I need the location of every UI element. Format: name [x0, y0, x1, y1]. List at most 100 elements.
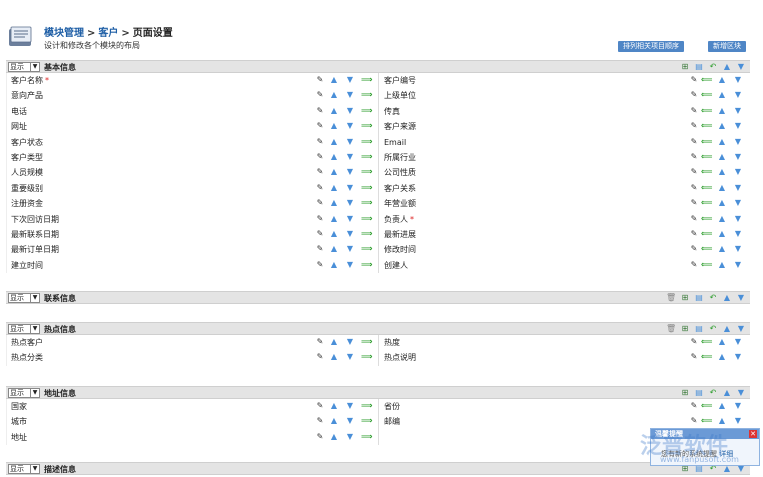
arrow-up-icon[interactable]: ▲ [717, 152, 727, 162]
arrow-up-icon[interactable]: ▲ [717, 183, 727, 193]
chevron-down-icon[interactable]: ▼ [30, 465, 39, 473]
arrow-down-icon[interactable]: ▼ [345, 137, 355, 147]
arrow-up-icon[interactable]: ▲ [329, 183, 339, 193]
undo-icon[interactable]: ↶ [708, 293, 718, 303]
add-field-icon[interactable]: ⊞ [680, 293, 690, 303]
arrow-down-icon[interactable]: ▼ [733, 260, 743, 270]
arrow-down-icon[interactable]: ▼ [345, 183, 355, 193]
arrow-up-icon[interactable]: ▲ [717, 401, 727, 411]
arrow-up-icon[interactable]: ▲ [329, 90, 339, 100]
arrow-down-icon[interactable]: ▼ [733, 90, 743, 100]
visibility-select[interactable]: 显示 ▼ [8, 388, 40, 398]
arrow-up-icon[interactable]: ▲ [717, 137, 727, 147]
arrow-up-icon[interactable]: ▲ [717, 167, 727, 177]
arrow-right-icon[interactable]: ⟹ [361, 90, 372, 100]
edit-icon[interactable]: ✎ [315, 75, 325, 85]
edit-icon[interactable]: ✎ [689, 121, 699, 131]
undo-icon[interactable]: ↶ [708, 62, 718, 72]
arrow-right-icon[interactable]: ⟹ [361, 260, 372, 270]
edit-icon[interactable]: ✎ [315, 167, 325, 177]
arrow-up-icon[interactable]: ▲ [722, 62, 732, 72]
arrow-left-icon[interactable]: ⟸ [701, 260, 712, 270]
edit-icon[interactable]: ✎ [315, 260, 325, 270]
arrow-down-icon[interactable]: ▼ [736, 62, 746, 72]
edit-icon[interactable]: ✎ [315, 121, 325, 131]
block-settings-icon[interactable]: ▤ [694, 62, 704, 72]
edit-icon[interactable]: ✎ [315, 198, 325, 208]
arrow-down-icon[interactable]: ▼ [345, 352, 355, 362]
arrow-up-icon[interactable]: ▲ [717, 106, 727, 116]
arrow-down-icon[interactable]: ▼ [733, 198, 743, 208]
edit-icon[interactable]: ✎ [689, 183, 699, 193]
edit-icon[interactable]: ✎ [689, 137, 699, 147]
arrow-right-icon[interactable]: ⟹ [361, 244, 372, 254]
arrow-right-icon[interactable]: ⟹ [361, 401, 372, 411]
arrow-right-icon[interactable]: ⟹ [361, 183, 372, 193]
add-field-icon[interactable]: ⊞ [680, 324, 690, 334]
arrow-up-icon[interactable]: ▲ [717, 90, 727, 100]
edit-icon[interactable]: ✎ [315, 401, 325, 411]
arrow-up-icon[interactable]: ▲ [329, 167, 339, 177]
arrow-down-icon[interactable]: ▼ [733, 229, 743, 239]
arrow-up-icon[interactable]: ▲ [329, 106, 339, 116]
arrow-up-icon[interactable]: ▲ [329, 152, 339, 162]
arrow-right-icon[interactable]: ⟹ [361, 229, 372, 239]
arrow-down-icon[interactable]: ▼ [733, 416, 743, 426]
arrow-down-icon[interactable]: ▼ [345, 416, 355, 426]
edit-icon[interactable]: ✎ [315, 214, 325, 224]
block-settings-icon[interactable]: ▤ [694, 293, 704, 303]
edit-icon[interactable]: ✎ [315, 337, 325, 347]
arrow-up-icon[interactable]: ▲ [329, 260, 339, 270]
arrow-down-icon[interactable]: ▼ [345, 337, 355, 347]
arrow-up-icon[interactable]: ▲ [717, 244, 727, 254]
edit-icon[interactable]: ✎ [689, 152, 699, 162]
arrow-left-icon[interactable]: ⟸ [701, 401, 712, 411]
arrow-left-icon[interactable]: ⟸ [701, 416, 712, 426]
arrow-up-icon[interactable]: ▲ [717, 337, 727, 347]
arrow-left-icon[interactable]: ⟸ [701, 90, 712, 100]
arrow-down-icon[interactable]: ▼ [736, 388, 746, 398]
trash-icon[interactable]: 🗑 [666, 324, 676, 334]
arrow-down-icon[interactable]: ▼ [733, 183, 743, 193]
visibility-select[interactable]: 显示 ▼ [8, 293, 40, 303]
reorder-related-button[interactable]: 排列相关项目顺序 [618, 41, 684, 52]
arrow-up-icon[interactable]: ▲ [329, 416, 339, 426]
arrow-left-icon[interactable]: ⟸ [701, 214, 712, 224]
edit-icon[interactable]: ✎ [315, 152, 325, 162]
edit-icon[interactable]: ✎ [689, 167, 699, 177]
arrow-down-icon[interactable]: ▼ [345, 432, 355, 442]
undo-icon[interactable]: ↶ [708, 324, 718, 334]
arrow-down-icon[interactable]: ▼ [733, 137, 743, 147]
chevron-down-icon[interactable]: ▼ [30, 325, 39, 333]
arrow-down-icon[interactable]: ▼ [345, 244, 355, 254]
arrow-left-icon[interactable]: ⟸ [701, 152, 712, 162]
chevron-down-icon[interactable]: ▼ [30, 63, 39, 71]
trash-icon[interactable]: 🗑 [666, 293, 676, 303]
arrow-left-icon[interactable]: ⟸ [701, 244, 712, 254]
arrow-right-icon[interactable]: ⟹ [361, 214, 372, 224]
arrow-down-icon[interactable]: ▼ [733, 106, 743, 116]
arrow-down-icon[interactable]: ▼ [345, 401, 355, 411]
arrow-up-icon[interactable]: ▲ [329, 137, 339, 147]
arrow-down-icon[interactable]: ▼ [345, 198, 355, 208]
arrow-right-icon[interactable]: ⟹ [361, 106, 372, 116]
arrow-left-icon[interactable]: ⟸ [701, 106, 712, 116]
edit-icon[interactable]: ✎ [315, 244, 325, 254]
add-block-button[interactable]: 新增区块 [708, 41, 746, 52]
visibility-select[interactable]: 显示 ▼ [8, 464, 40, 474]
visibility-select[interactable]: 显示 ▼ [8, 324, 40, 334]
arrow-up-icon[interactable]: ▲ [722, 324, 732, 334]
arrow-left-icon[interactable]: ⟸ [701, 352, 712, 362]
arrow-left-icon[interactable]: ⟸ [701, 337, 712, 347]
arrow-up-icon[interactable]: ▲ [329, 337, 339, 347]
arrow-up-icon[interactable]: ▲ [329, 352, 339, 362]
arrow-right-icon[interactable]: ⟹ [361, 337, 372, 347]
arrow-down-icon[interactable]: ▼ [345, 260, 355, 270]
arrow-down-icon[interactable]: ▼ [733, 214, 743, 224]
arrow-up-icon[interactable]: ▲ [717, 416, 727, 426]
edit-icon[interactable]: ✎ [689, 229, 699, 239]
arrow-right-icon[interactable]: ⟹ [361, 75, 372, 85]
arrow-up-icon[interactable]: ▲ [717, 198, 727, 208]
arrow-down-icon[interactable]: ▼ [733, 352, 743, 362]
edit-icon[interactable]: ✎ [315, 137, 325, 147]
